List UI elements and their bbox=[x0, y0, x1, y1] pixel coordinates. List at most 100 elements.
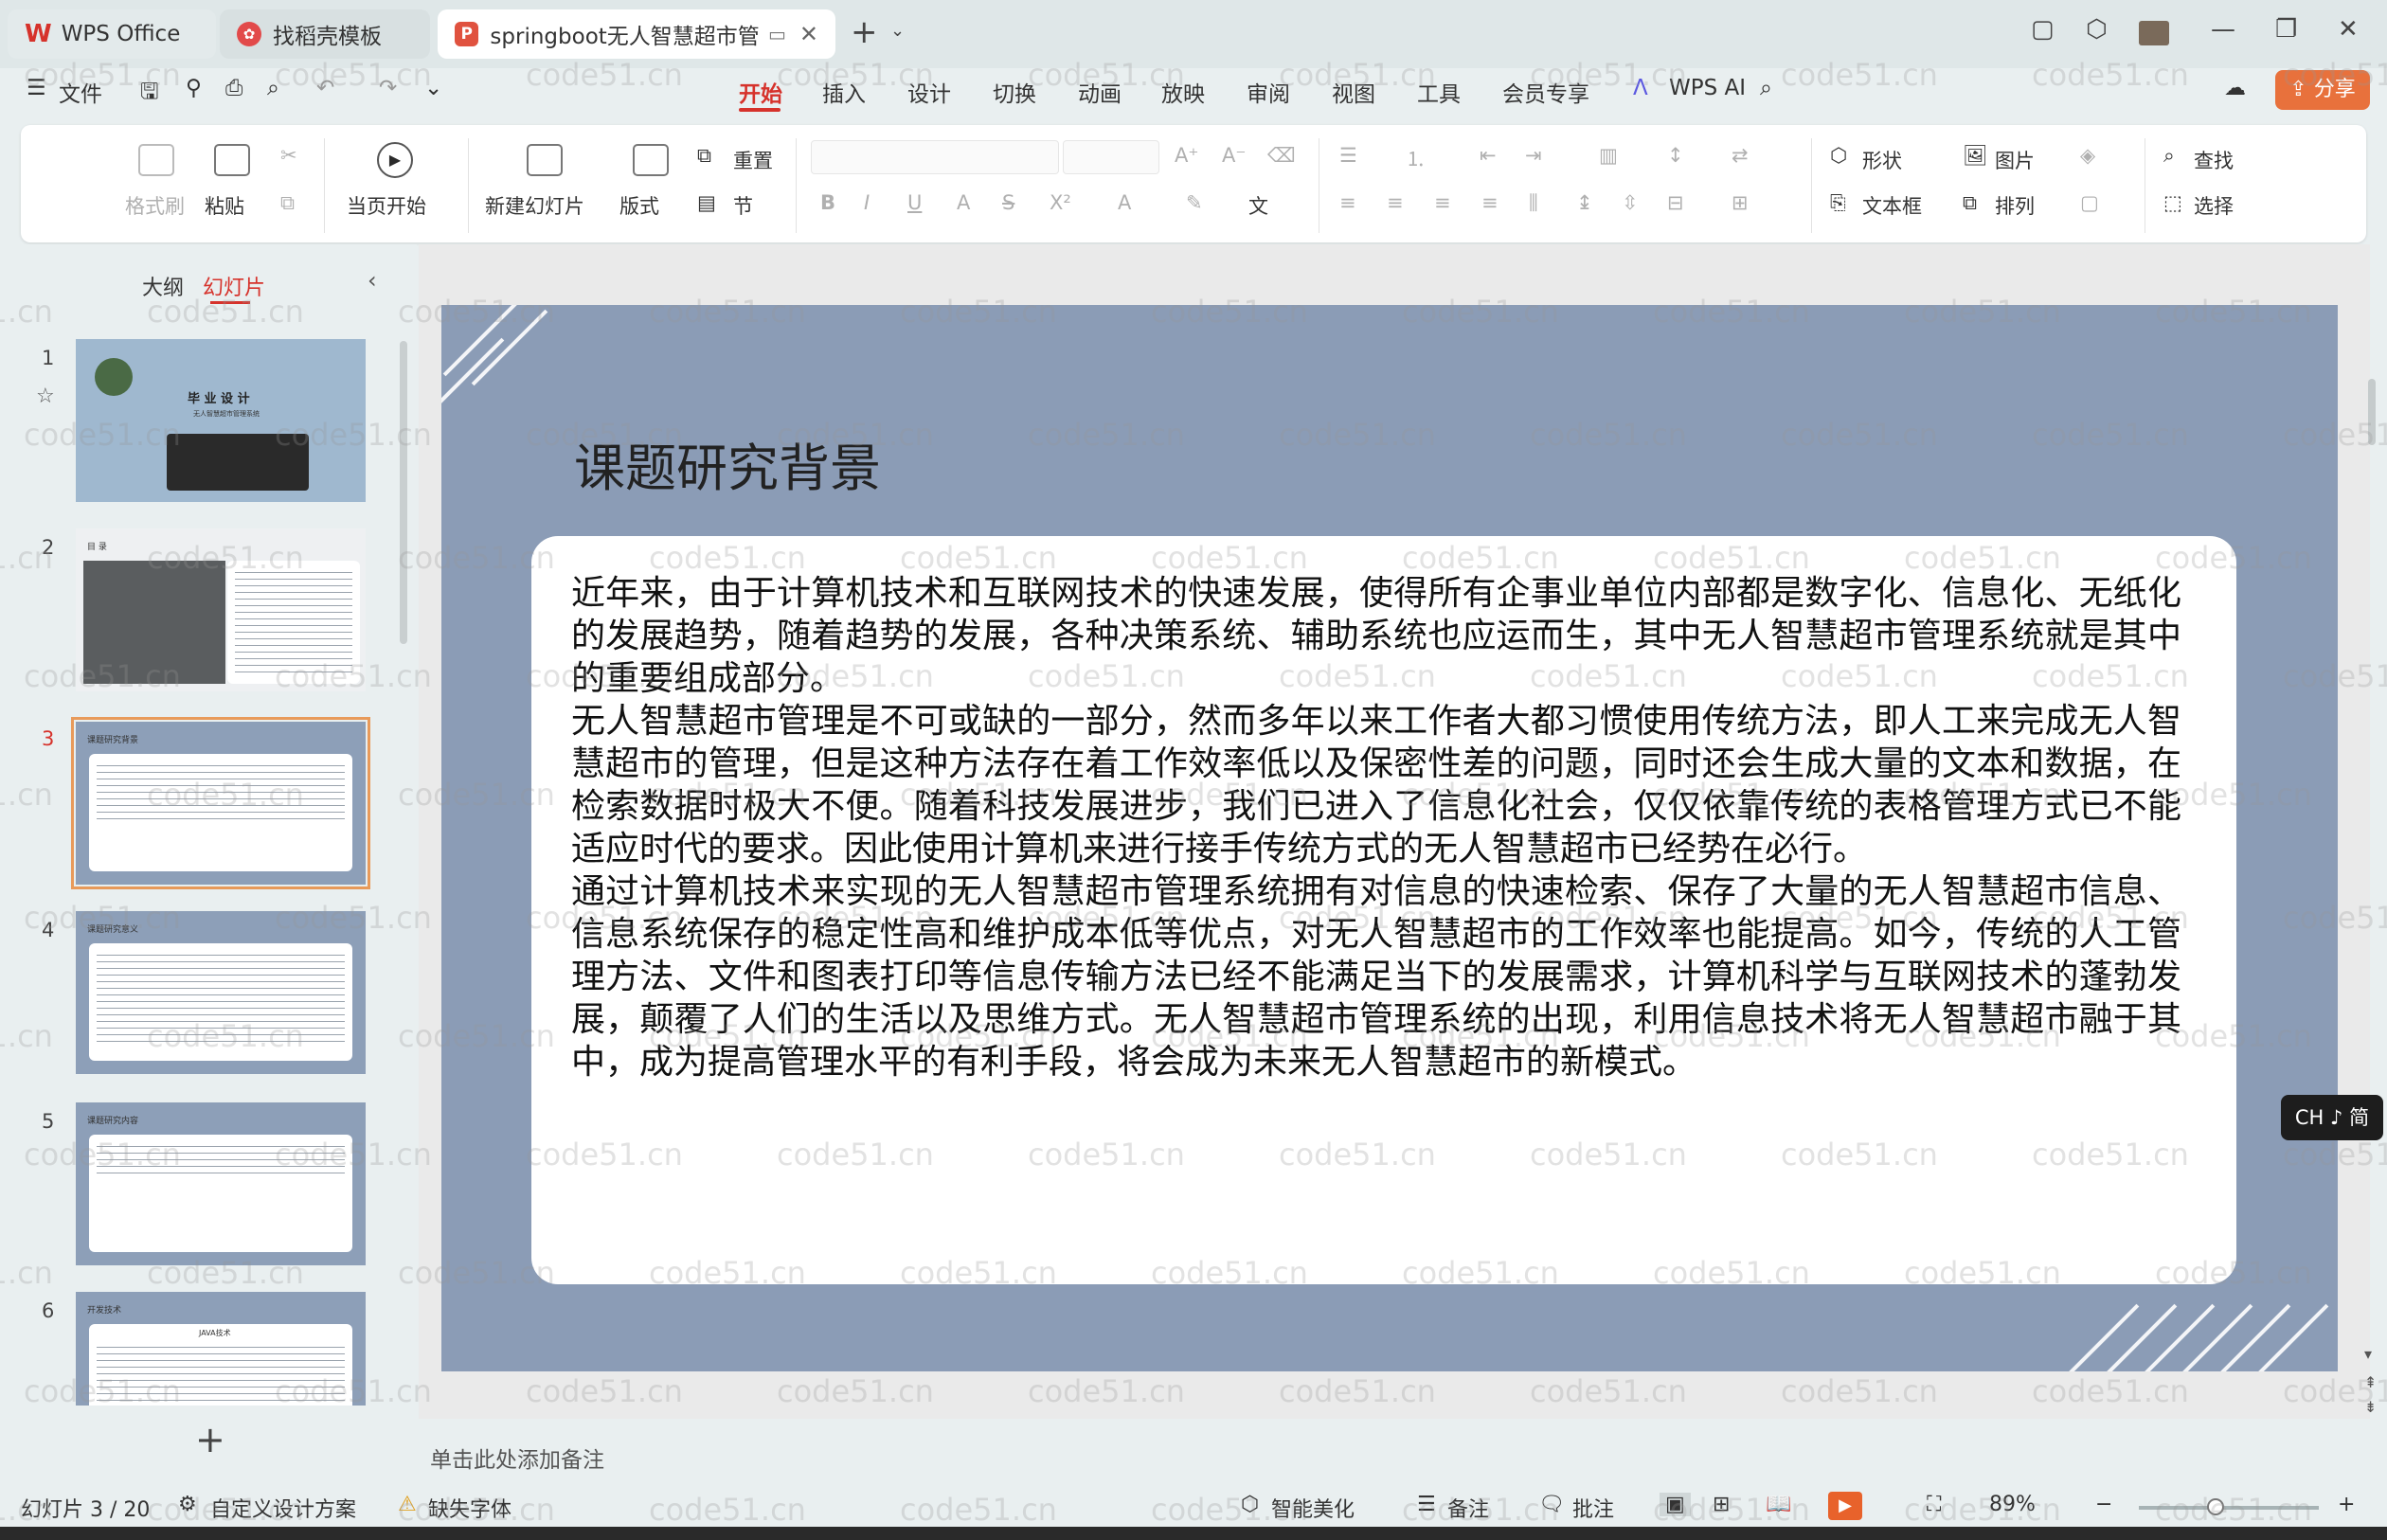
notes-area[interactable]: 单击此处添加备注 bbox=[419, 1428, 2370, 1481]
zoom-slider[interactable] bbox=[2139, 1506, 2319, 1510]
zoom-in-icon[interactable]: + bbox=[2338, 1493, 2355, 1516]
new-slide-icon[interactable] bbox=[527, 144, 563, 176]
monitor-icon[interactable]: ▭ bbox=[768, 23, 786, 45]
zoom-out-icon[interactable]: − bbox=[2095, 1493, 2112, 1516]
menu-design[interactable]: 设计 bbox=[907, 76, 951, 108]
play-from-current-icon[interactable]: ▶ bbox=[377, 142, 413, 178]
menu-slideshow[interactable]: 放映 bbox=[1161, 76, 1205, 108]
close-tab-icon[interactable]: ✕ bbox=[799, 21, 818, 47]
maximize-icon[interactable]: ❐ bbox=[2275, 15, 2297, 44]
numbering-icon[interactable]: ⒈ bbox=[1406, 144, 1426, 172]
slide-thumbnail-1[interactable]: 毕 业 设 计 无人智慧超市管理系统 bbox=[76, 339, 366, 502]
align-right-icon[interactable]: ≡ bbox=[1434, 191, 1451, 214]
textbox-button[interactable]: 文本框 bbox=[1862, 191, 1922, 220]
copy-icon[interactable]: ⧉ bbox=[280, 191, 295, 215]
reading-view-icon[interactable]: 📖 bbox=[1766, 1493, 1791, 1516]
more-chevron-icon[interactable]: ⌄ bbox=[424, 76, 442, 100]
paragraph[interactable]: 近年来，由于计算机技术和互联网技术的快速发展，使得所有企事业单位内部都是数字化、… bbox=[571, 572, 2181, 700]
close-window-icon[interactable]: ✕ bbox=[2338, 15, 2359, 44]
cube-icon[interactable]: ⬡ bbox=[2086, 15, 2108, 44]
cut-icon[interactable]: ✂ bbox=[280, 144, 297, 167]
menu-member[interactable]: 会员专享 bbox=[1502, 76, 1589, 108]
missing-fonts-button[interactable]: 缺失字体 bbox=[428, 1493, 512, 1523]
distribute-icon[interactable]: ⫼ bbox=[1529, 191, 1538, 215]
convert-icon[interactable]: ⇄ bbox=[1732, 144, 1749, 167]
format-painter-icon[interactable] bbox=[138, 144, 174, 176]
increase-indent-icon[interactable]: ⇥ bbox=[1525, 144, 1542, 167]
hamburger-icon[interactable]: ☰ bbox=[27, 76, 46, 100]
decrease-font-icon[interactable]: A⁻ bbox=[1222, 144, 1246, 167]
picture-icon[interactable]: 🖼 bbox=[1963, 144, 1988, 168]
warning-icon[interactable]: ⚠ bbox=[398, 1493, 417, 1516]
ime-indicator[interactable]: CH ♪ 简 bbox=[2281, 1095, 2383, 1140]
increase-font-icon[interactable]: A⁺ bbox=[1175, 144, 1198, 167]
custom-design-button[interactable]: 自定义设计方案 bbox=[210, 1493, 356, 1523]
tab-outline[interactable]: 大纲 bbox=[142, 271, 184, 301]
smart-art-icon[interactable]: ⊞ bbox=[1732, 191, 1749, 214]
slide-thumbnail-4[interactable]: 课题研究意义 bbox=[76, 911, 366, 1074]
textbox-icon[interactable]: ⎘ bbox=[1830, 191, 1846, 215]
menu-file[interactable]: 文件 bbox=[59, 76, 102, 108]
arrange-button[interactable]: 排列 bbox=[1995, 191, 2035, 220]
cloud-icon[interactable]: ☁ bbox=[2224, 76, 2246, 100]
menu-transition[interactable]: 切换 bbox=[993, 76, 1036, 108]
shadow-icon[interactable]: A bbox=[957, 191, 970, 214]
menu-home[interactable]: 开始 bbox=[739, 76, 782, 108]
slide-body-text[interactable]: 近年来，由于计算机技术和互联网技术的快速发展，使得所有企事业单位内部都是数字化、… bbox=[571, 572, 2181, 1083]
fill-icon[interactable]: ◈ bbox=[2080, 144, 2095, 167]
reset-button[interactable]: 重置 bbox=[733, 146, 773, 174]
paste-icon[interactable] bbox=[214, 144, 250, 176]
bullets-icon[interactable]: ☰ bbox=[1339, 144, 1357, 167]
zoom-slider-handle[interactable] bbox=[2207, 1498, 2224, 1515]
align-center-icon[interactable]: ≡ bbox=[1387, 191, 1404, 214]
paragraph[interactable]: 无人智慧超市管理是不可或缺的一部分，然而多年以来工作者大都习惯使用传统方法，即人… bbox=[571, 700, 2181, 870]
notes-button[interactable]: 备注 bbox=[1447, 1493, 1489, 1523]
line-spacing-icon[interactable]: ↨ bbox=[1576, 191, 1593, 214]
paste-button[interactable]: 粘贴 bbox=[205, 191, 244, 220]
font-size-select[interactable] bbox=[1063, 140, 1159, 174]
current-slide[interactable]: 课题研究背景 近年来，由于计算机技术和互联网技术的快速发展，使得所有企事业单位内… bbox=[441, 305, 2338, 1371]
text-direction-icon[interactable]: ↕ bbox=[1667, 144, 1684, 167]
fit-window-icon[interactable]: ⛶ bbox=[1927, 1493, 1941, 1516]
bold-icon[interactable]: B bbox=[820, 191, 835, 214]
layout-button[interactable]: 版式 bbox=[619, 191, 659, 220]
font-family-select[interactable] bbox=[811, 140, 1059, 174]
slide-thumbnail-5[interactable]: 课题研究内容 bbox=[76, 1102, 366, 1265]
print-icon[interactable]: ⎙ bbox=[225, 76, 242, 100]
collapse-panel-icon[interactable]: ‹ bbox=[368, 267, 377, 294]
content-card[interactable]: 近年来，由于计算机技术和互联网技术的快速发展，使得所有企事业单位内部都是数字化、… bbox=[531, 536, 2236, 1284]
menu-wps-ai[interactable]: WPS AI bbox=[1669, 76, 1746, 100]
comments-icon[interactable]: 🗨 bbox=[1538, 1493, 1565, 1516]
redo-icon[interactable]: ↷ bbox=[379, 76, 397, 100]
columns-icon[interactable]: ▥ bbox=[1599, 144, 1618, 167]
menu-view[interactable]: 视图 bbox=[1332, 76, 1375, 108]
superscript-icon[interactable]: X² bbox=[1050, 191, 1071, 214]
slide-thumbnail-3[interactable]: 课题研究背景 bbox=[71, 717, 370, 889]
avatar[interactable] bbox=[2139, 21, 2169, 45]
new-slide-button[interactable]: 新建幻灯片 bbox=[485, 191, 584, 220]
zoom-level[interactable]: 89% bbox=[1989, 1493, 2036, 1516]
tab-list-chevron-icon[interactable]: ⌄ bbox=[890, 21, 905, 41]
slide-title[interactable]: 课题研究背景 bbox=[574, 426, 881, 501]
minimize-icon[interactable]: — bbox=[2211, 15, 2235, 44]
tab-slides[interactable]: 幻灯片 bbox=[203, 271, 265, 301]
vertical-align-icon[interactable]: ⊟ bbox=[1667, 191, 1684, 214]
section-icon[interactable]: ▤ bbox=[697, 191, 716, 214]
layout-icon[interactable] bbox=[633, 144, 669, 176]
decrease-indent-icon[interactable]: ⇤ bbox=[1480, 144, 1497, 167]
format-painter-button[interactable]: 格式刷 bbox=[125, 191, 185, 220]
slideshow-play-icon[interactable]: ▶ bbox=[1828, 1492, 1862, 1520]
comments-button[interactable]: 批注 bbox=[1572, 1493, 1614, 1523]
beautify-icon[interactable]: ⬡ bbox=[1241, 1493, 1259, 1516]
font-color-icon[interactable]: A bbox=[1118, 191, 1131, 214]
slide-thumbnail-2[interactable]: 目 录 bbox=[76, 528, 366, 691]
menu-animation[interactable]: 动画 bbox=[1078, 76, 1122, 108]
picture-button[interactable]: 图片 bbox=[1995, 146, 2035, 174]
select-button[interactable]: 选择 bbox=[2194, 191, 2234, 220]
phonetic-guide-icon[interactable]: 文 bbox=[1248, 191, 1268, 220]
notes-icon[interactable]: ☰ bbox=[1417, 1493, 1436, 1516]
shape-button[interactable]: 形状 bbox=[1862, 146, 1902, 174]
paragraph-spacing-icon[interactable]: ⇳ bbox=[1622, 191, 1639, 214]
align-left-icon[interactable]: ≡ bbox=[1339, 191, 1356, 214]
share-button[interactable]: ⇪ 分享 bbox=[2275, 70, 2370, 110]
